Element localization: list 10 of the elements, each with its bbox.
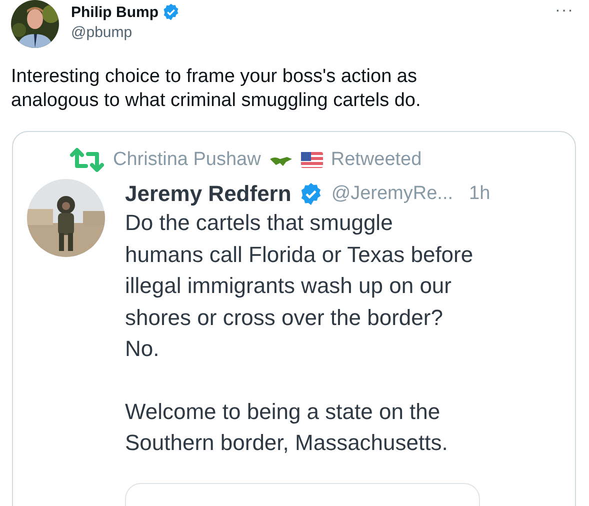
author-handle[interactable]: @pbump	[71, 24, 540, 41]
tweet-text: Welcome to being a state on the Southern border, Massachusetts.	[125, 398, 449, 457]
retweeted-label: Retweeted	[330, 149, 422, 171]
retweet-icon	[69, 146, 105, 174]
tweet-text: Do the cartels that smuggle humans call Florida or Texas before illegal immigrants wash up on our shores or cross over the border? No.	[125, 209, 474, 363]
more-button[interactable]: ···	[551, 2, 578, 20]
author-name[interactable]: Philip Bump	[71, 4, 158, 20]
author-name[interactable]: Jeremy Redfern	[125, 181, 292, 207]
tweet-text: Interesting choice to frame your boss's action as analogous to what criminal smuggling cartels do.	[11, 65, 422, 113]
flag-icon	[300, 152, 323, 168]
